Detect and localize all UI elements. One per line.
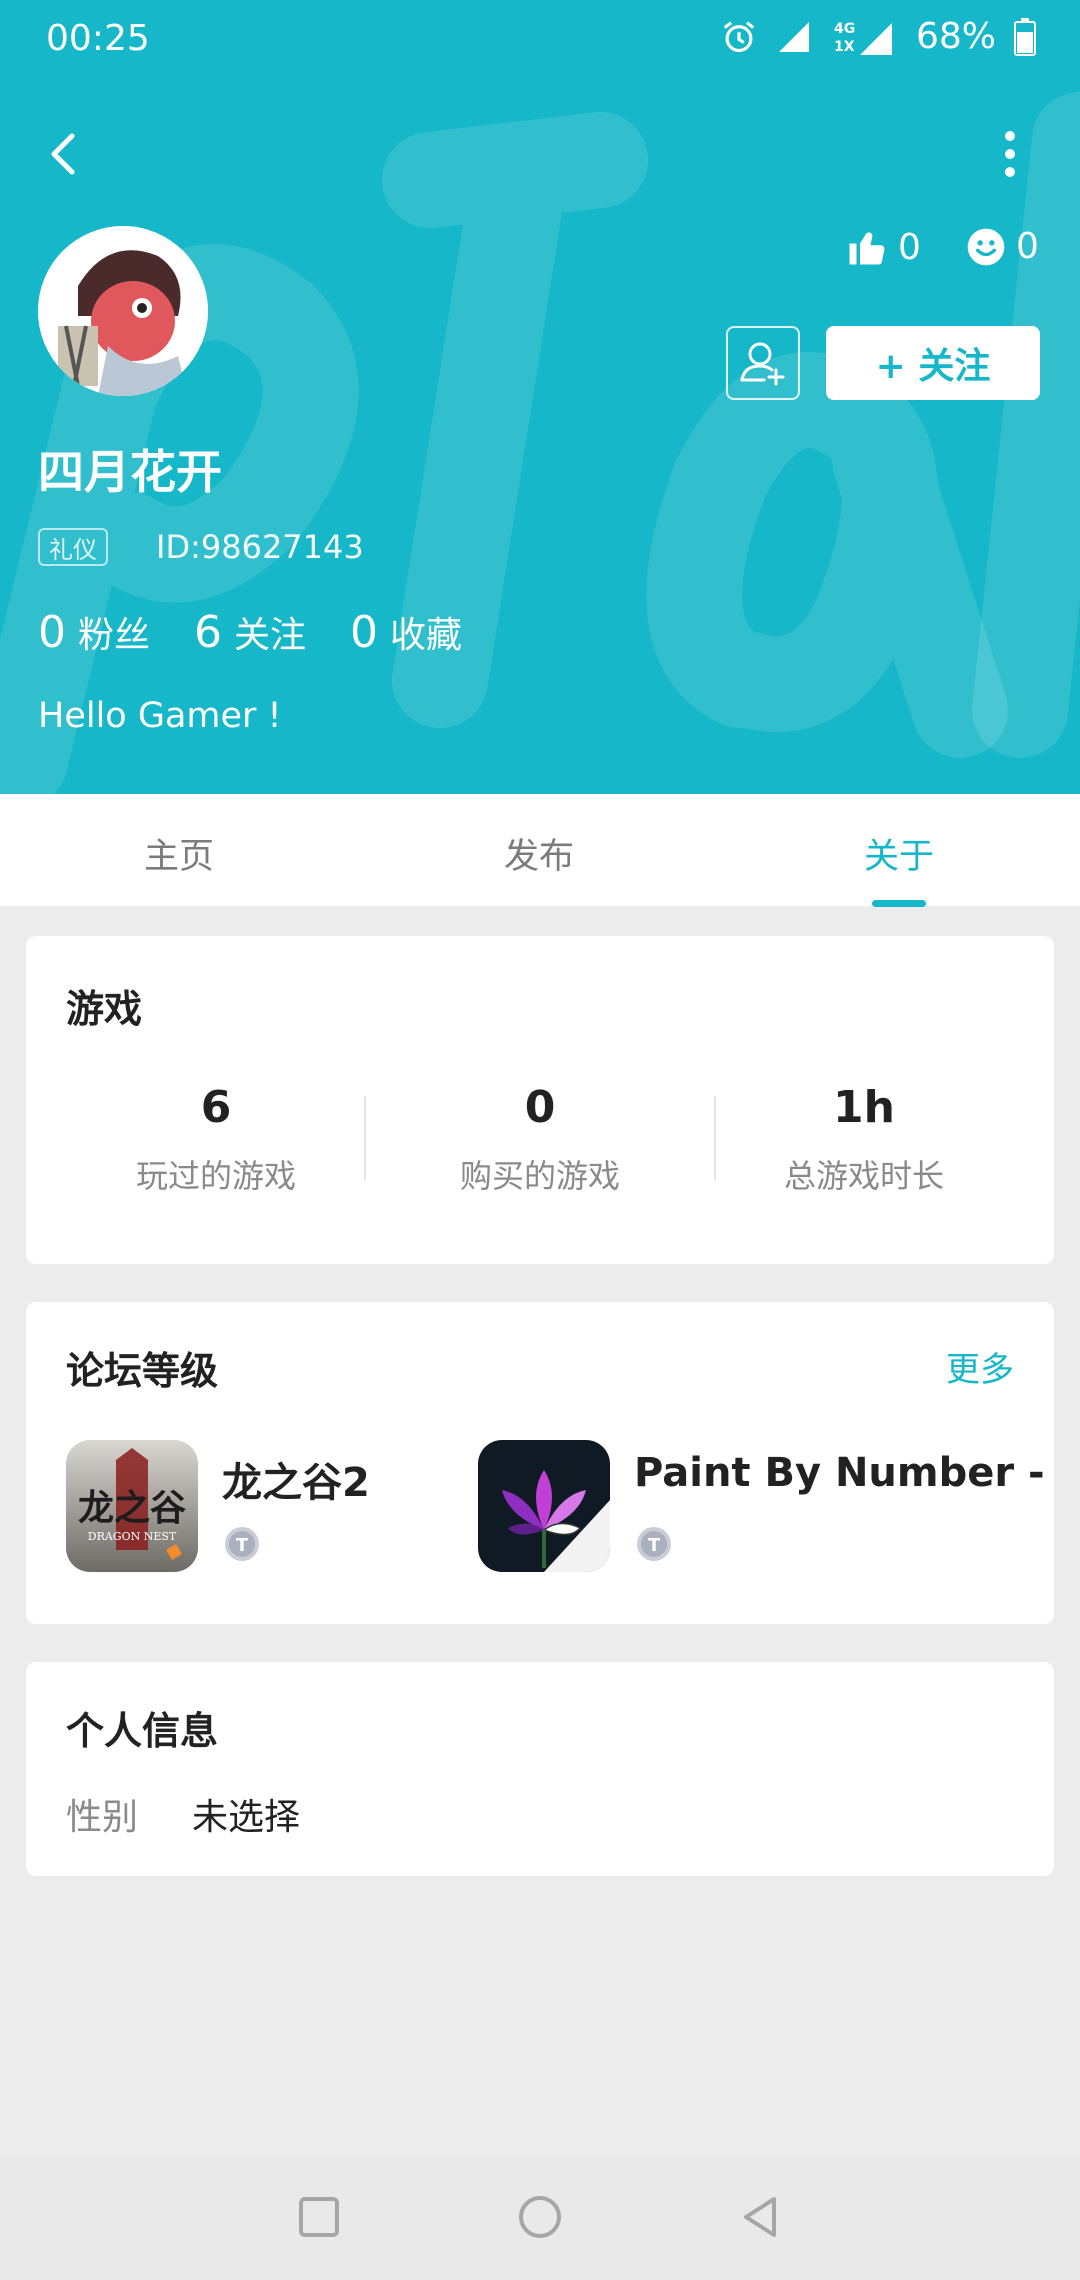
- stat-label: 购买的游戏: [459, 1157, 620, 1195]
- icon-text: 龙之谷: [78, 1487, 186, 1529]
- stat-number: 0: [38, 607, 66, 658]
- battery-percent: 68%: [915, 16, 996, 57]
- stat-label: 总游戏时长: [783, 1157, 944, 1195]
- smiles-counter[interactable]: 0: [966, 226, 1039, 267]
- svg-text:1X: 1X: [834, 39, 855, 55]
- stat-label: 玩过的游戏: [135, 1157, 296, 1195]
- stat-value: 0: [524, 1082, 556, 1133]
- likes-counter[interactable]: 0: [846, 226, 921, 268]
- forum-item[interactable]: 龙之谷 DRAGON NEST 龙之谷2 T: [66, 1440, 456, 1572]
- stat-favorites[interactable]: 0 收藏: [350, 606, 462, 658]
- thumbs-up-icon: [849, 232, 885, 265]
- svg-text:4G: 4G: [834, 21, 855, 37]
- tab-home[interactable]: 主页: [144, 828, 214, 879]
- tab-about[interactable]: 关于: [864, 828, 934, 879]
- user-id: ID:98627143: [156, 528, 364, 566]
- stat-number: 6: [194, 607, 223, 658]
- level-badge-icon: T: [225, 1527, 259, 1561]
- watermark-logo: [0, 92, 1080, 794]
- icon-subtext: DRAGON NEST: [88, 1530, 177, 1543]
- smiles-count: 0: [1016, 226, 1039, 267]
- follow-button[interactable]: + 关注: [826, 326, 1040, 400]
- profile-header: 00:25 4G 1X 68% 0 0 + 关注 四月花开 礼仪 ID:9862…: [0, 0, 1080, 794]
- stat-following[interactable]: 6 关注: [194, 606, 306, 658]
- games-card: 游戏 6 玩过的游戏 0 购买的游戏 1h 总游戏时长: [26, 936, 1054, 1264]
- forum-item[interactable]: Paint By Number - Free T: [478, 1440, 1054, 1572]
- stat-value: 1h: [833, 1082, 895, 1133]
- avatar[interactable]: [38, 226, 208, 396]
- network-4g-signal-icon: 4G 1X: [834, 21, 892, 55]
- level-badge-icon: T: [637, 1527, 671, 1561]
- system-nav-bar: [0, 2154, 1080, 2280]
- back-arrow-icon[interactable]: [36, 124, 96, 184]
- stat-fans[interactable]: 0 粉丝: [38, 606, 150, 658]
- paint-by-number-app-icon: [478, 1440, 610, 1572]
- profile-stats: 0 粉丝 6 关注 0 收藏: [38, 606, 506, 658]
- games-title: 游戏: [66, 987, 143, 1031]
- divider: [364, 1096, 366, 1180]
- more-link[interactable]: 更多: [946, 1342, 1014, 1391]
- forum-game-name: Paint By Number - Free: [634, 1450, 1054, 1496]
- user-tag: 礼仪: [38, 528, 108, 566]
- tab-active-indicator: [872, 900, 926, 907]
- forum-level-card: 论坛等级 更多 龙之谷 DRAGON NEST 龙之谷2 T Paint By …: [26, 1302, 1054, 1624]
- battery-icon: [1014, 17, 1036, 56]
- add-friend-button[interactable]: [726, 326, 800, 400]
- stat-value: 6: [200, 1082, 232, 1133]
- home-button-icon[interactable]: [515, 2192, 565, 2242]
- recents-button-icon[interactable]: [294, 2192, 344, 2242]
- stat-label: 收藏: [390, 615, 463, 656]
- svg-text:T: T: [648, 1535, 661, 1556]
- avatar-image: [38, 226, 208, 396]
- status-bar: 00:25 4G 1X 68%: [0, 0, 1080, 80]
- dragon-nest-app-icon: 龙之谷 DRAGON NEST: [66, 1440, 198, 1572]
- signal-icon: [778, 21, 809, 52]
- gender-label: 性别: [66, 1797, 139, 1838]
- likes-count: 0: [898, 226, 921, 268]
- total-playtime-stat[interactable]: 1h 总游戏时长: [694, 1082, 1034, 1197]
- tab-posts[interactable]: 发布: [504, 828, 574, 879]
- personal-info-card: 个人信息 性别 未选择: [26, 1662, 1054, 1876]
- personal-info-title: 个人信息: [66, 1709, 219, 1753]
- profile-tabs: 主页 发布 关于: [0, 794, 1080, 906]
- user-bio: Hello Gamer !: [38, 696, 282, 736]
- add-friend-icon: [740, 342, 785, 386]
- stat-label: 关注: [234, 615, 307, 656]
- stat-number: 0: [350, 607, 379, 658]
- svg-text:T: T: [236, 1535, 249, 1556]
- more-vert-icon[interactable]: [980, 124, 1040, 184]
- games-purchased-stat[interactable]: 0 购买的游戏: [370, 1082, 710, 1197]
- username: 四月花开: [38, 445, 222, 499]
- forum-title: 论坛等级: [66, 1349, 219, 1393]
- gender-value: 未选择: [192, 1797, 301, 1838]
- alarm-icon: [723, 20, 755, 52]
- smiley-icon: [967, 228, 1005, 265]
- back-button-icon[interactable]: [736, 2192, 786, 2242]
- status-time: 00:25: [46, 18, 150, 59]
- stat-label: 粉丝: [78, 615, 151, 656]
- games-played-stat[interactable]: 6 玩过的游戏: [46, 1082, 386, 1197]
